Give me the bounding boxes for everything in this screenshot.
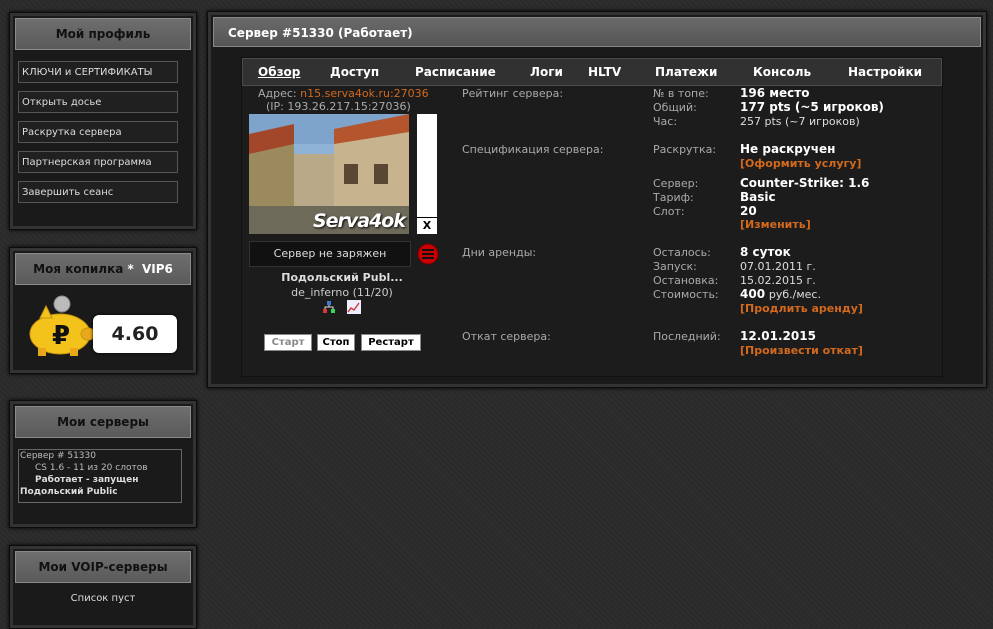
server-name: Подольский Publ... (281, 271, 403, 284)
ip-line: (IP: 193.26.217.15:27036) (266, 100, 411, 113)
tab-console[interactable]: Консоль (753, 65, 811, 79)
menu-keys-certificates[interactable]: КЛЮЧИ и СЕРТИФИКАТЫ (18, 61, 178, 83)
map-logo: Serva4ok (312, 210, 406, 232)
address-line: Адрес: n15.serva4ok.ru:27036 (258, 87, 429, 100)
tab-overview[interactable]: Обзор (258, 65, 300, 79)
charge-status-bar: Сервер не заряжен (249, 241, 411, 267)
promo-label: Раскрутка: (653, 143, 717, 156)
voip-empty-text: Список пуст (70, 593, 136, 604)
piggy-bank-title: Моя копилка (33, 262, 124, 276)
last-rollback-value: 12.01.2015 (740, 329, 816, 343)
start-button-label: Старт (271, 337, 305, 348)
charge-status: Сервер не заряжен (273, 247, 387, 260)
menu-logout-label: Завершить сеанс (22, 187, 114, 198)
tab-logs[interactable]: Логи (530, 65, 563, 79)
top-value: 196 место (740, 86, 810, 100)
voip-panel: Мои VOIP-серверы Список пуст (9, 545, 197, 629)
piggy-bank-header: Моя копилка * VIP6 (15, 253, 191, 285)
slot-value: 20 (740, 204, 757, 218)
menu-logout[interactable]: Завершить сеанс (18, 181, 178, 203)
piggy-bank-panel: Моя копилка * VIP6 ₽ 4.60 (9, 247, 197, 374)
menu-dossier-label: Открыть досье (22, 97, 102, 108)
map-side-panel: X (417, 114, 437, 234)
cost-value: 400 (740, 287, 766, 301)
promo-value: Не раскручен (740, 142, 836, 156)
piggy-bank-icon: ₽ (29, 295, 96, 356)
top-label: № в топе: (653, 87, 709, 100)
tab-payments[interactable]: Платежи (655, 65, 717, 79)
cost-line: 400 руб./мес. (740, 287, 821, 301)
tab-schedule[interactable]: Расписание (415, 65, 496, 79)
last-rollback-label: Последний: (653, 330, 721, 343)
server-type-label: Сервер: (653, 177, 699, 190)
total-label: Общий: (653, 101, 697, 114)
menu-partner-program[interactable]: Партнерская программа (18, 151, 178, 173)
ruble-sign: ₽ (52, 321, 70, 351)
profile-panel: Мой профиль КЛЮЧИ и СЕРТИФИКАТЫ Открыть … (9, 12, 197, 230)
menu-keys-label: КЛЮЧИ и СЕРТИФИКАТЫ (22, 67, 153, 78)
start-date-value: 07.01.2011 г. (740, 260, 816, 273)
slot-label: Слот: (653, 205, 685, 218)
tab-settings[interactable]: Настройки (848, 65, 922, 79)
rating-label: Рейтинг сервера: (462, 87, 564, 100)
map-preview: Serva4ok (249, 114, 409, 234)
start-date-label: Запуск: (653, 260, 697, 273)
order-service-link[interactable]: [Оформить услугу] (740, 157, 861, 170)
stop-date-label: Остановка: (653, 274, 719, 287)
my-servers-panel: Мои серверы Сервер # 51330 CS 1.6 - 11 и… (9, 400, 197, 528)
piggy-bank-star: * (127, 262, 134, 276)
menu-partner-label: Партнерская программа (22, 157, 152, 168)
cost-unit: руб./мес. (768, 288, 821, 301)
tab-access[interactable]: Доступ (330, 65, 379, 79)
menu-server-promotion[interactable]: Раскрутка сервера (18, 121, 178, 143)
restart-button[interactable]: Рестарт (361, 334, 421, 351)
stop-date-value: 15.02.2015 г. (740, 274, 816, 287)
total-value: 177 pts (~5 игроков) (740, 100, 884, 114)
balance-value: 4.60 (111, 323, 159, 345)
server-main-panel: Сервер #51330 (Работает) Обзор Доступ Ра… (207, 11, 987, 388)
vip-badge: VIP6 (141, 262, 173, 276)
start-button[interactable]: Старт (264, 334, 312, 351)
profile-title: Мой профиль (15, 18, 191, 50)
server-list-id: Сервер # 51330 (20, 451, 96, 461)
tab-hltv[interactable]: HLTV (588, 65, 621, 79)
tariff-label: Тариф: (653, 191, 694, 204)
close-icon[interactable]: X (417, 217, 437, 234)
server-tabs: Обзор Доступ Расписание Логи HLTV Платеж… (242, 58, 942, 86)
stop-charge-icon[interactable] (417, 243, 439, 265)
stop-button-label: Стоп (322, 337, 350, 348)
balance-box: 4.60 (93, 315, 177, 353)
spec-label: Спецификация сервера: (462, 143, 604, 156)
server-list-name: Подольский Public (20, 487, 118, 497)
stop-button[interactable]: Стоп (317, 334, 355, 351)
menu-open-dossier[interactable]: Открыть досье (18, 91, 178, 113)
server-list-item[interactable]: Сервер # 51330 CS 1.6 - 11 из 20 слотов … (18, 449, 182, 503)
hour-value: 257 pts (~7 игроков) (740, 115, 860, 128)
voip-title: Мои VOIP-серверы (15, 551, 191, 583)
cost-label: Стоимость: (653, 288, 719, 301)
server-title: Сервер #51330 (Работает) (213, 17, 981, 47)
map-players: de_inferno (11/20) (291, 286, 393, 299)
restart-button-label: Рестарт (368, 337, 414, 348)
change-slots-link[interactable]: [Изменить] (740, 218, 811, 231)
days-left-label: Осталось: (653, 246, 711, 259)
server-list-slots: CS 1.6 - 11 из 20 слотов (35, 463, 148, 473)
network-icon[interactable] (322, 300, 336, 314)
stats-chart-icon[interactable] (347, 300, 361, 314)
rollback-label: Откат сервера: (462, 330, 551, 343)
rollback-link[interactable]: [Произвести откат] (740, 344, 863, 357)
extend-rent-link[interactable]: [Продлить аренду] (740, 302, 863, 315)
tariff-value: Basic (740, 190, 776, 204)
days-left-value: 8 суток (740, 245, 791, 259)
address-label: Адрес: (258, 87, 297, 100)
menu-promotion-label: Раскрутка сервера (22, 127, 122, 138)
server-content: Обзор Доступ Расписание Логи HLTV Платеж… (241, 57, 943, 377)
server-type-value: Counter-Strike: 1.6 (740, 176, 870, 190)
my-servers-title: Мои серверы (15, 406, 191, 438)
address-link[interactable]: n15.serva4ok.ru:27036 (300, 87, 429, 100)
rent-label: Дни аренды: (462, 246, 537, 259)
hour-label: Час: (653, 115, 678, 128)
server-list-status: Работает - запущен (35, 475, 139, 485)
